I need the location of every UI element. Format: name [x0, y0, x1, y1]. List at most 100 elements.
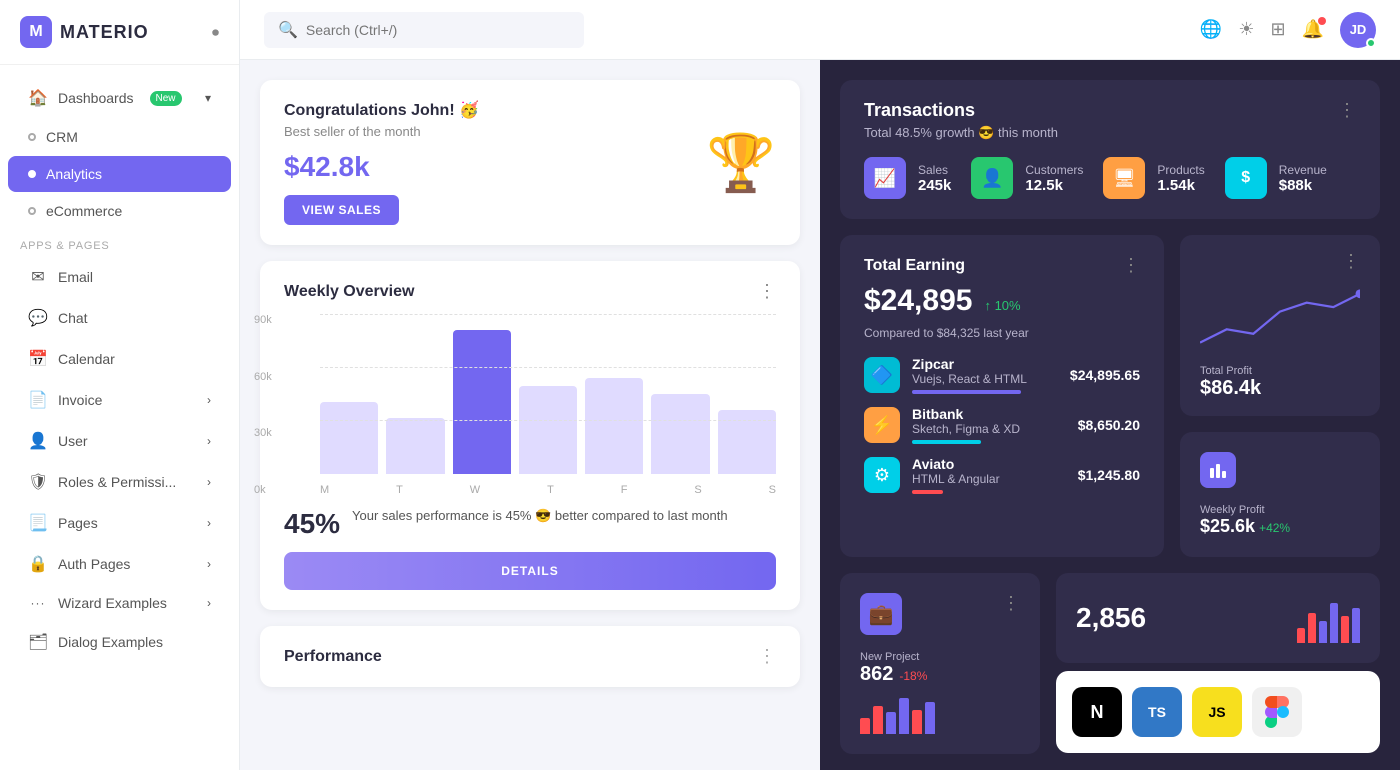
options-icon[interactable]: ⋮: [1002, 593, 1020, 614]
chart-bar-2: [386, 418, 444, 474]
sidebar-item-user[interactable]: 👤 User ›: [8, 421, 231, 461]
options-icon[interactable]: ⋮: [1342, 251, 1360, 272]
calendar-icon: 📅: [28, 349, 48, 369]
mini-bar: [886, 712, 896, 734]
topbar: 🔍 🌐 ☀ ⊞ 🔔 JD: [240, 0, 1400, 60]
lock-icon: 🔒: [28, 554, 48, 574]
zipcar-logo: 🔷: [864, 357, 900, 393]
sidebar-logo: M MATERIO ⏺: [0, 0, 239, 65]
earning-header: Total Earning ⋮: [864, 255, 1140, 276]
zipcar-progress: [912, 390, 1021, 394]
stat-bar: [1352, 608, 1360, 643]
stat-bars: [1297, 593, 1360, 643]
mini-bar: [925, 702, 935, 734]
total-profit-value: $86.4k: [1200, 377, 1360, 400]
trans-item-sales: 📈 Sales 245k: [864, 157, 951, 199]
trans-label-products: Products: [1157, 163, 1204, 177]
mini-bar: [860, 718, 870, 734]
chart-area: [320, 314, 776, 474]
zipcar-amount: $24,895.65: [1070, 367, 1140, 383]
total-earning-card: Total Earning ⋮ $24,895 ↑ 10% Compared t…: [840, 235, 1164, 557]
sidebar-item-label: Invoice: [58, 392, 102, 408]
panel-left: Congratulations John! 🥳 Best seller of t…: [240, 60, 820, 770]
briefcase-icon: 💼: [860, 593, 902, 635]
options-icon[interactable]: ⋮: [1338, 100, 1356, 121]
translate-icon[interactable]: 🌐: [1200, 19, 1222, 40]
profit-column: ⋮ Total Profit $86.4k: [1180, 235, 1380, 557]
sidebar-item-auth[interactable]: 🔒 Auth Pages ›: [8, 544, 231, 584]
sidebar-item-dashboards[interactable]: 🏠 Dashboards New ▾: [8, 78, 231, 118]
sidebar-item-email[interactable]: ✉ Email: [8, 257, 231, 297]
invoice-icon: 📄: [28, 390, 48, 410]
trans-items: 📈 Sales 245k 👤 Customers 12.5k: [864, 157, 1356, 199]
bitbank-progress: [912, 440, 981, 444]
sun-icon[interactable]: ☀: [1238, 19, 1254, 40]
view-sales-button[interactable]: VIEW SALES: [284, 195, 399, 225]
total-profit-card: ⋮ Total Profit $86.4k: [1180, 235, 1380, 416]
details-button[interactable]: DETAILS: [284, 552, 776, 590]
logo-icon: M: [20, 16, 52, 48]
javascript-icon: JS: [1192, 687, 1242, 737]
chevron-right-icon: ›: [207, 596, 211, 610]
record-icon[interactable]: ⏺: [212, 24, 219, 41]
trans-value-customers: 12.5k: [1025, 177, 1083, 194]
sidebar-item-pages[interactable]: 📃 Pages ›: [8, 503, 231, 543]
chart-bar-6: [651, 394, 709, 474]
typescript-icon: TS: [1132, 687, 1182, 737]
online-dot: [1366, 38, 1376, 48]
sidebar-item-label: Wizard Examples: [58, 595, 167, 611]
aviato-logo: ⚙: [864, 457, 900, 493]
user-icon: 👤: [28, 431, 48, 451]
trans-label-customers: Customers: [1025, 163, 1083, 177]
earning-title: Total Earning: [864, 257, 965, 275]
sidebar-item-dialog[interactable]: 🗂 Dialog Examples: [8, 622, 231, 662]
sidebar-item-label: Calendar: [58, 351, 115, 367]
apps-pages-label: APPS & PAGES: [0, 230, 239, 256]
earning-row-zipcar: 🔷 Zipcar Vuejs, React & HTML $24,895.65: [864, 356, 1140, 394]
new-project-value: 862: [860, 663, 893, 686]
tech-stack-card: N TS JS: [1056, 671, 1380, 753]
options-icon[interactable]: ⋮: [758, 646, 776, 667]
search-box[interactable]: 🔍: [264, 12, 584, 48]
options-icon[interactable]: ⋮: [1122, 255, 1140, 276]
sidebar-item-calendar[interactable]: 📅 Calendar: [8, 339, 231, 379]
total-profit-label: Total Profit: [1200, 365, 1360, 377]
revenue-icon: $: [1225, 157, 1267, 199]
options-icon[interactable]: ⋮: [758, 281, 776, 302]
sidebar-item-wizard[interactable]: ··· Wizard Examples ›: [8, 585, 231, 621]
sidebar-item-chat[interactable]: 💬 Chat: [8, 298, 231, 338]
congrats-amount: $42.8k: [284, 151, 479, 183]
sidebar-item-label: Dashboards: [58, 90, 134, 106]
perf-text: Your sales performance is 45% 😎 better c…: [352, 508, 728, 524]
aviato-progress: [912, 490, 943, 494]
new-badge: New: [150, 91, 182, 106]
bitbank-amount: $8,650.20: [1078, 417, 1140, 433]
sidebar-header-icons: ⏺: [212, 24, 219, 41]
stat-card: 2,856: [1056, 573, 1380, 663]
sidebar-item-label: Pages: [58, 515, 98, 531]
bell-icon[interactable]: 🔔: [1302, 19, 1324, 40]
nav-dot-analytics: [28, 170, 36, 178]
aviato-info: Aviato HTML & Angular: [912, 456, 1066, 494]
sidebar-item-invoice[interactable]: 📄 Invoice ›: [8, 380, 231, 420]
avatar-wrap: JD: [1340, 12, 1376, 48]
new-project-card: 💼 ⋮ New Project 862 -18%: [840, 573, 1040, 754]
sidebar-nav: 🏠 Dashboards New ▾ CRM Analytics eCommer…: [0, 65, 239, 770]
panel-right: Transactions Total 48.5% growth 😎 this m…: [820, 60, 1400, 770]
transactions-subtitle: Total 48.5% growth 😎 this month: [864, 125, 1058, 141]
products-icon: 🖥: [1103, 157, 1145, 199]
earning-row-aviato: ⚙ Aviato HTML & Angular $1,245.80: [864, 456, 1140, 494]
search-input[interactable]: [306, 22, 570, 38]
grid-icon[interactable]: ⊞: [1270, 19, 1285, 40]
sidebar-item-label: eCommerce: [46, 203, 122, 219]
sidebar-item-analytics[interactable]: Analytics: [8, 156, 231, 192]
trans-item-customers: 👤 Customers 12.5k: [971, 157, 1083, 199]
trophy-icon: 🏆: [706, 130, 776, 196]
new-project-label: New Project: [860, 651, 1020, 663]
sidebar-item-crm[interactable]: CRM: [8, 119, 231, 155]
sidebar-item-roles[interactable]: 🛡 Roles & Permissi... ›: [8, 462, 231, 502]
shield-icon: 🛡: [28, 472, 48, 492]
sidebar-item-label: CRM: [46, 129, 78, 145]
sidebar-item-ecommerce[interactable]: eCommerce: [8, 193, 231, 229]
earning-amount: $24,895: [864, 284, 972, 318]
